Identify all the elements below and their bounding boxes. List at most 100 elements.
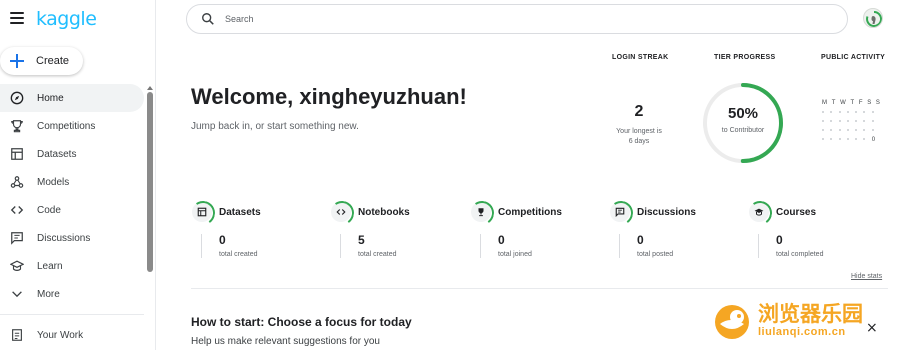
scroll-up-icon[interactable]: [147, 86, 153, 90]
activity-day-cell: [863, 138, 866, 140]
activity-day-cell: [855, 129, 858, 131]
activity-day-cell: [838, 129, 841, 131]
sidebar-divider: [0, 314, 144, 315]
sidebar-item-discussions[interactable]: Discussions: [0, 224, 144, 252]
create-label: Create: [36, 55, 70, 67]
watermark: 浏览器乐园 liulanqi.com.cn: [712, 300, 863, 340]
sidebar-item-label: Datasets: [37, 148, 77, 160]
page-title: Welcome, xingheyuzhuan!: [191, 84, 467, 109]
plus-icon: [10, 54, 24, 68]
login-streak-caption: Your longest is 6 days: [602, 127, 676, 147]
sidebar-nav: Home Competitions Datasets Models Code D…: [0, 84, 144, 349]
activity-day-label: F: [858, 100, 863, 106]
activity-day-cell: [830, 138, 833, 140]
activity-day-cell: [846, 138, 849, 140]
stat-value: 0: [776, 233, 783, 247]
stat-value: 0: [219, 233, 226, 247]
section-divider: [191, 288, 888, 289]
activity-day-cell: [871, 111, 874, 113]
activity-day-label: T: [831, 100, 836, 106]
watermark-cn: 浏览器乐园: [758, 302, 863, 326]
sidebar-scrollbar[interactable]: [147, 84, 153, 284]
scroll-thumb[interactable]: [147, 92, 153, 272]
stat-title: Notebooks: [358, 207, 410, 218]
activity-day-label: S: [875, 100, 880, 106]
models-icon: [10, 175, 24, 189]
avatar[interactable]: [863, 8, 883, 28]
activity-day-cell: [838, 138, 841, 140]
public-activity-calendar: MTWTFSS 0: [822, 100, 886, 143]
stat-divider: [340, 234, 341, 258]
activity-day-cell: [838, 120, 841, 122]
login-streak-line1: Your longest is: [616, 128, 662, 135]
sidebar-item-datasets[interactable]: Datasets: [0, 140, 144, 168]
activity-day-cell: [822, 120, 824, 122]
activity-day-label: S: [867, 100, 872, 106]
search-input[interactable]: [225, 14, 825, 24]
compass-icon: [10, 91, 24, 105]
stat-title: Datasets: [219, 207, 261, 218]
discussion-icon: [610, 202, 630, 222]
activity-grid: 0: [822, 111, 886, 143]
activity-day-cell: [846, 129, 849, 131]
stat-divider: [201, 234, 202, 258]
activity-day-cell: [846, 111, 849, 113]
sidebar-item-models[interactable]: Models: [0, 168, 144, 196]
search-icon: [202, 13, 214, 25]
activity-day-cell: [830, 111, 833, 113]
login-streak-line2: 6 days: [628, 138, 650, 145]
tier-progress-percent: 50%: [727, 105, 759, 122]
sidebar-item-label: Learn: [37, 260, 63, 272]
sidebar-item-label: Your Work: [37, 329, 84, 341]
how-to-start-subtitle: Help us make relevant suggestions for yo…: [191, 336, 380, 347]
activity-day-cell: [846, 120, 849, 122]
hide-stats-link[interactable]: Hide stats: [851, 273, 882, 280]
activity-day-cell: [830, 120, 833, 122]
close-icon[interactable]: ×: [866, 320, 878, 336]
activity-day-cell: [871, 120, 874, 122]
activity-day-cell: [822, 129, 824, 131]
sidebar-item-your-work[interactable]: Your Work: [0, 321, 144, 349]
kaggle-logo[interactable]: kaggle: [36, 8, 97, 30]
activity-zero-label: 0: [871, 137, 876, 143]
sidebar-item-competitions[interactable]: Competitions: [0, 112, 144, 140]
stat-value: 0: [498, 233, 505, 247]
stat-title: Discussions: [637, 207, 696, 218]
sidebar-item-label: Code: [37, 204, 61, 216]
watermark-text: 浏览器乐园 liulanqi.com.cn: [758, 302, 863, 338]
stat-divider: [758, 234, 759, 258]
menu-icon[interactable]: [10, 12, 24, 24]
tier-progress-caption: to Contributor: [721, 127, 765, 134]
stat-caption: total completed: [776, 251, 824, 258]
school-icon: [749, 202, 769, 222]
sidebar-item-more[interactable]: More: [0, 280, 144, 308]
activity-day-cell: [863, 129, 866, 131]
login-streak-value: 2: [634, 103, 644, 120]
activity-day-cell: [863, 111, 866, 113]
code-icon: [331, 202, 351, 222]
code-icon: [10, 203, 24, 217]
stat-value: 5: [358, 233, 365, 247]
activity-day-label: W: [840, 100, 846, 106]
sidebar-item-label: Competitions: [37, 120, 96, 132]
sidebar-item-label: Models: [37, 176, 70, 188]
watermark-url: liulanqi.com.cn: [758, 326, 846, 338]
list-icon: [10, 328, 24, 342]
stat-title: Courses: [776, 207, 817, 218]
school-icon: [10, 259, 24, 273]
login-streak-heading: LOGIN STREAK: [612, 54, 669, 61]
table-icon: [192, 202, 212, 222]
activity-day-label: M: [822, 100, 827, 106]
activity-day-cell: [855, 138, 858, 140]
sidebar-item-home[interactable]: Home: [0, 84, 144, 112]
activity-day-cell: [863, 120, 866, 122]
sidebar-item-code[interactable]: Code: [0, 196, 144, 224]
create-button[interactable]: Create: [0, 47, 83, 75]
stat-caption: total posted: [637, 251, 674, 258]
sidebar-item-learn[interactable]: Learn: [0, 252, 144, 280]
activity-day-cell: [822, 138, 824, 140]
activity-day-labels: MTWTFSS: [822, 100, 880, 106]
search-bar[interactable]: [186, 4, 848, 34]
public-activity-heading: PUBLIC ACTIVITY: [821, 54, 886, 61]
stat-value: 0: [637, 233, 644, 247]
